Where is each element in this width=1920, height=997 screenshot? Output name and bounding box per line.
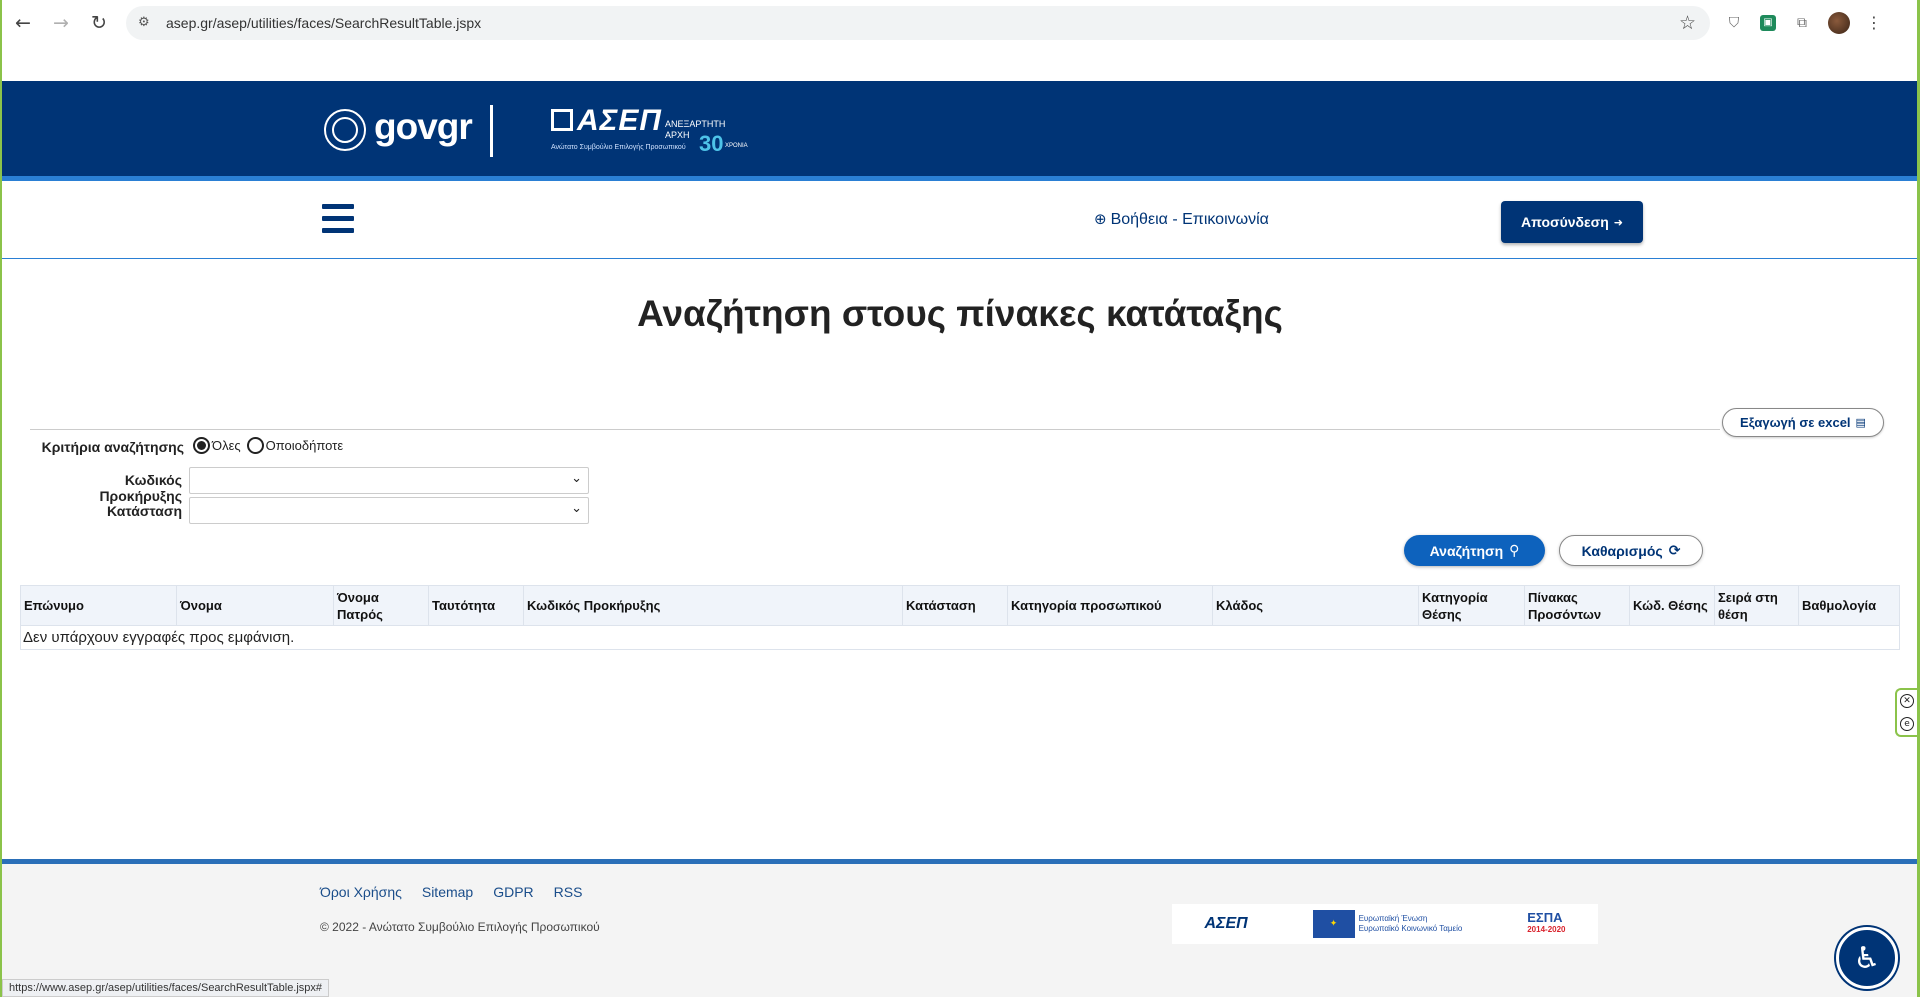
announcement-code-label: Κωδικός Προκήρυξης: [99, 472, 182, 504]
partner-logo-asep: ΑΣΕΠ: [1204, 915, 1248, 932]
asep-logo-30: 30: [699, 131, 724, 156]
table-row: Δεν υπάρχουν εγγραφές προς εμφάνιση.: [20, 625, 1900, 650]
radio-any-label[interactable]: Οποιοδήποτε: [266, 438, 343, 453]
col-header-id[interactable]: Ταυτότητα: [428, 585, 524, 626]
partner-logo-eu: ✦ Ευρωπαϊκή Ένωση Ευρωπαϊκό Κοινωνικό Τα…: [1312, 910, 1463, 938]
sub-navigation: ⊕ Βοήθεια - Επικοινωνία Αποσύνδεση ➜: [2, 186, 1917, 259]
profile-avatar[interactable]: [1828, 11, 1850, 34]
eu-flag-icon: ✦: [1312, 910, 1355, 938]
footer-link-rss[interactable]: RSS: [554, 884, 583, 900]
accessibility-icon[interactable]: ♿: [1836, 927, 1898, 989]
col-header-branch[interactable]: Κλάδος: [1212, 585, 1419, 626]
footer-link-terms[interactable]: Όροι Χρήσης: [320, 884, 402, 900]
bookmark-star-icon[interactable]: ☆: [1679, 12, 1696, 34]
site-header: govgr ΑΣΕΠ Ανώτατο Συμβούλιο Επιλογής Πρ…: [2, 81, 1917, 181]
announcement-code-select[interactable]: ⌄: [189, 467, 589, 494]
clear-button[interactable]: Καθαρισμός ⟳: [1559, 535, 1703, 566]
header-divider: [490, 105, 493, 157]
partner-eu-sub: Ευρωπαϊκό Κοινωνικό Ταμείο: [1358, 924, 1463, 933]
shield-extension-icon[interactable]: ⛉: [1724, 13, 1744, 33]
search-button-label: Αναζήτηση: [1429, 542, 1504, 559]
partner-logos: ΑΣΕΠ ✦ Ευρωπαϊκή Ένωση Ευρωπαϊκό Κοινωνι…: [1172, 904, 1598, 944]
browser-menu-icon[interactable]: ⋮: [1866, 13, 1882, 32]
puzzle-extensions-icon[interactable]: ⧉: [1792, 13, 1812, 33]
help-contact-link[interactable]: ⊕ Βοήθεια - Επικοινωνία: [1094, 210, 1269, 229]
empty-message: Δεν υπάρχουν εγγραφές προς εμφάνιση.: [20, 625, 1900, 650]
partner-espa-name: ΕΣΠΑ: [1527, 910, 1563, 925]
refresh-icon: ⟳: [1668, 542, 1681, 559]
extensions-area: ⛉ ▣ ⧉ ⋮: [1724, 11, 1882, 34]
govgr-logo-gr: gr: [436, 106, 473, 147]
col-header-surname[interactable]: Επώνυμο: [20, 585, 177, 626]
footer-links: Όροι Χρήσης Sitemap GDPR RSS: [320, 884, 582, 900]
file-excel-icon: ▤: [1855, 416, 1866, 429]
col-header-father-name[interactable]: Όνομα Πατρός: [333, 585, 429, 626]
browser-toolbar: ← → ↻ ⚙ asep.gr/asep/utilities/faces/Sea…: [2, 0, 1917, 45]
status-label: Κατάσταση: [106, 503, 182, 519]
search-button[interactable]: Αναζήτηση ⚲: [1404, 535, 1545, 566]
greek-emblem-icon[interactable]: [324, 109, 366, 151]
hamburger-menu-icon[interactable]: [322, 204, 354, 234]
col-header-staff-category[interactable]: Κατηγορία προσωπικού: [1007, 585, 1213, 626]
export-excel-button[interactable]: Εξαγωγή σε excel ▤: [1722, 408, 1884, 437]
col-header-status[interactable]: Κατάσταση: [902, 585, 1008, 626]
close-icon[interactable]: ✕: [1900, 694, 1914, 709]
col-header-qualifications-table[interactable]: Πίνακας Προσόντων: [1524, 585, 1630, 626]
govgr-logo[interactable]: govgr: [374, 106, 473, 148]
url-text[interactable]: asep.gr/asep/utilities/faces/SearchResul…: [166, 15, 481, 31]
address-bar[interactable]: ⚙ asep.gr/asep/utilities/faces/SearchRes…: [126, 5, 1710, 40]
footer-link-gdpr[interactable]: GDPR: [493, 884, 533, 900]
widget-logo-icon[interactable]: e: [1900, 716, 1914, 731]
status-bar-url: https://www.asep.gr/asep/utilities/faces…: [2, 979, 330, 997]
chevron-down-icon: ⌄: [571, 501, 582, 516]
forward-arrow-icon[interactable]: →: [44, 6, 78, 40]
partner-eu-name: Ευρωπαϊκή Ένωση: [1358, 914, 1428, 923]
asep-logo-years: ΧΡΟΝΙΑ: [725, 143, 748, 149]
site-info-icon[interactable]: ⚙: [138, 15, 160, 30]
logout-label: Αποσύνδεση: [1521, 214, 1609, 230]
partner-espa-years: 2014-2020: [1527, 925, 1566, 934]
col-header-position-category[interactable]: Κατηγορία Θέσης: [1418, 585, 1525, 626]
partner-logo-eu-text: Ευρωπαϊκή Ένωση Ευρωπαϊκό Κοινωνικό Ταμε…: [1359, 914, 1463, 934]
export-excel-label: Εξαγωγή σε excel: [1740, 415, 1851, 430]
radio-any[interactable]: [246, 437, 264, 454]
site-footer: Όροι Χρήσης Sitemap GDPR RSS © 2022 - Αν…: [2, 859, 1917, 997]
footer-link-sitemap[interactable]: Sitemap: [422, 884, 473, 900]
results-table: Επώνυμο Όνομα Όνομα Πατρός Ταυτότητα Κωδ…: [20, 585, 1900, 650]
radio-all-label[interactable]: Όλες: [212, 438, 241, 453]
criteria-label: Κριτήρια αναζήτησης: [41, 439, 184, 455]
col-header-score[interactable]: Βαθμολογία: [1798, 585, 1900, 626]
green-extension-icon[interactable]: ▣: [1760, 14, 1776, 31]
govgr-logo-gov: gov: [374, 106, 438, 147]
radio-all[interactable]: [193, 437, 210, 454]
col-header-name[interactable]: Όνομα: [176, 585, 334, 626]
sign-out-icon: ➜: [1613, 215, 1623, 229]
col-header-rank[interactable]: Σειρά στη θέση: [1714, 585, 1799, 626]
help-contact-label: Βοήθεια - Επικοινωνία: [1110, 211, 1269, 228]
asep-logo-text: ΑΣΕΠ: [577, 104, 662, 137]
life-ring-icon: ⊕: [1094, 210, 1107, 228]
back-arrow-icon[interactable]: ←: [6, 6, 40, 40]
asep-logo[interactable]: ΑΣΕΠ Ανώτατο Συμβούλιο Επιλογής Προσωπικ…: [551, 104, 748, 157]
table-header-row: Επώνυμο Όνομα Όνομα Πατρός Ταυτότητα Κωδ…: [20, 585, 1900, 626]
col-header-position-code[interactable]: Κώδ. Θέσης: [1629, 585, 1715, 626]
form-divider: [30, 429, 1720, 430]
reload-icon[interactable]: ↻: [82, 6, 116, 40]
logout-button[interactable]: Αποσύνδεση ➜: [1501, 201, 1643, 243]
footer-copyright: © 2022 - Ανώτατο Συμβούλιο Επιλογής Προσ…: [320, 920, 600, 934]
asep-logo-subtitle: Ανώτατο Συμβούλιο Επιλογής Προσωπικού: [551, 144, 686, 151]
criteria-radio-group: Όλες Οποιοδήποτε: [193, 437, 349, 454]
status-select[interactable]: ⌄: [189, 497, 589, 524]
page-title: Αναζήτηση στους πίνακες κατάταξης: [637, 293, 1283, 334]
side-widget: ✕ e: [1895, 688, 1917, 737]
asep-mark-icon: [551, 109, 573, 131]
partner-logo-espa: ΕΣΠΑ 2014-2020: [1527, 910, 1566, 936]
search-icon: ⚲: [1509, 542, 1520, 559]
chevron-down-icon: ⌄: [571, 471, 582, 486]
col-header-announcement-code[interactable]: Κωδικός Προκήρυξης: [523, 585, 903, 626]
clear-button-label: Καθαρισμός: [1581, 542, 1663, 559]
